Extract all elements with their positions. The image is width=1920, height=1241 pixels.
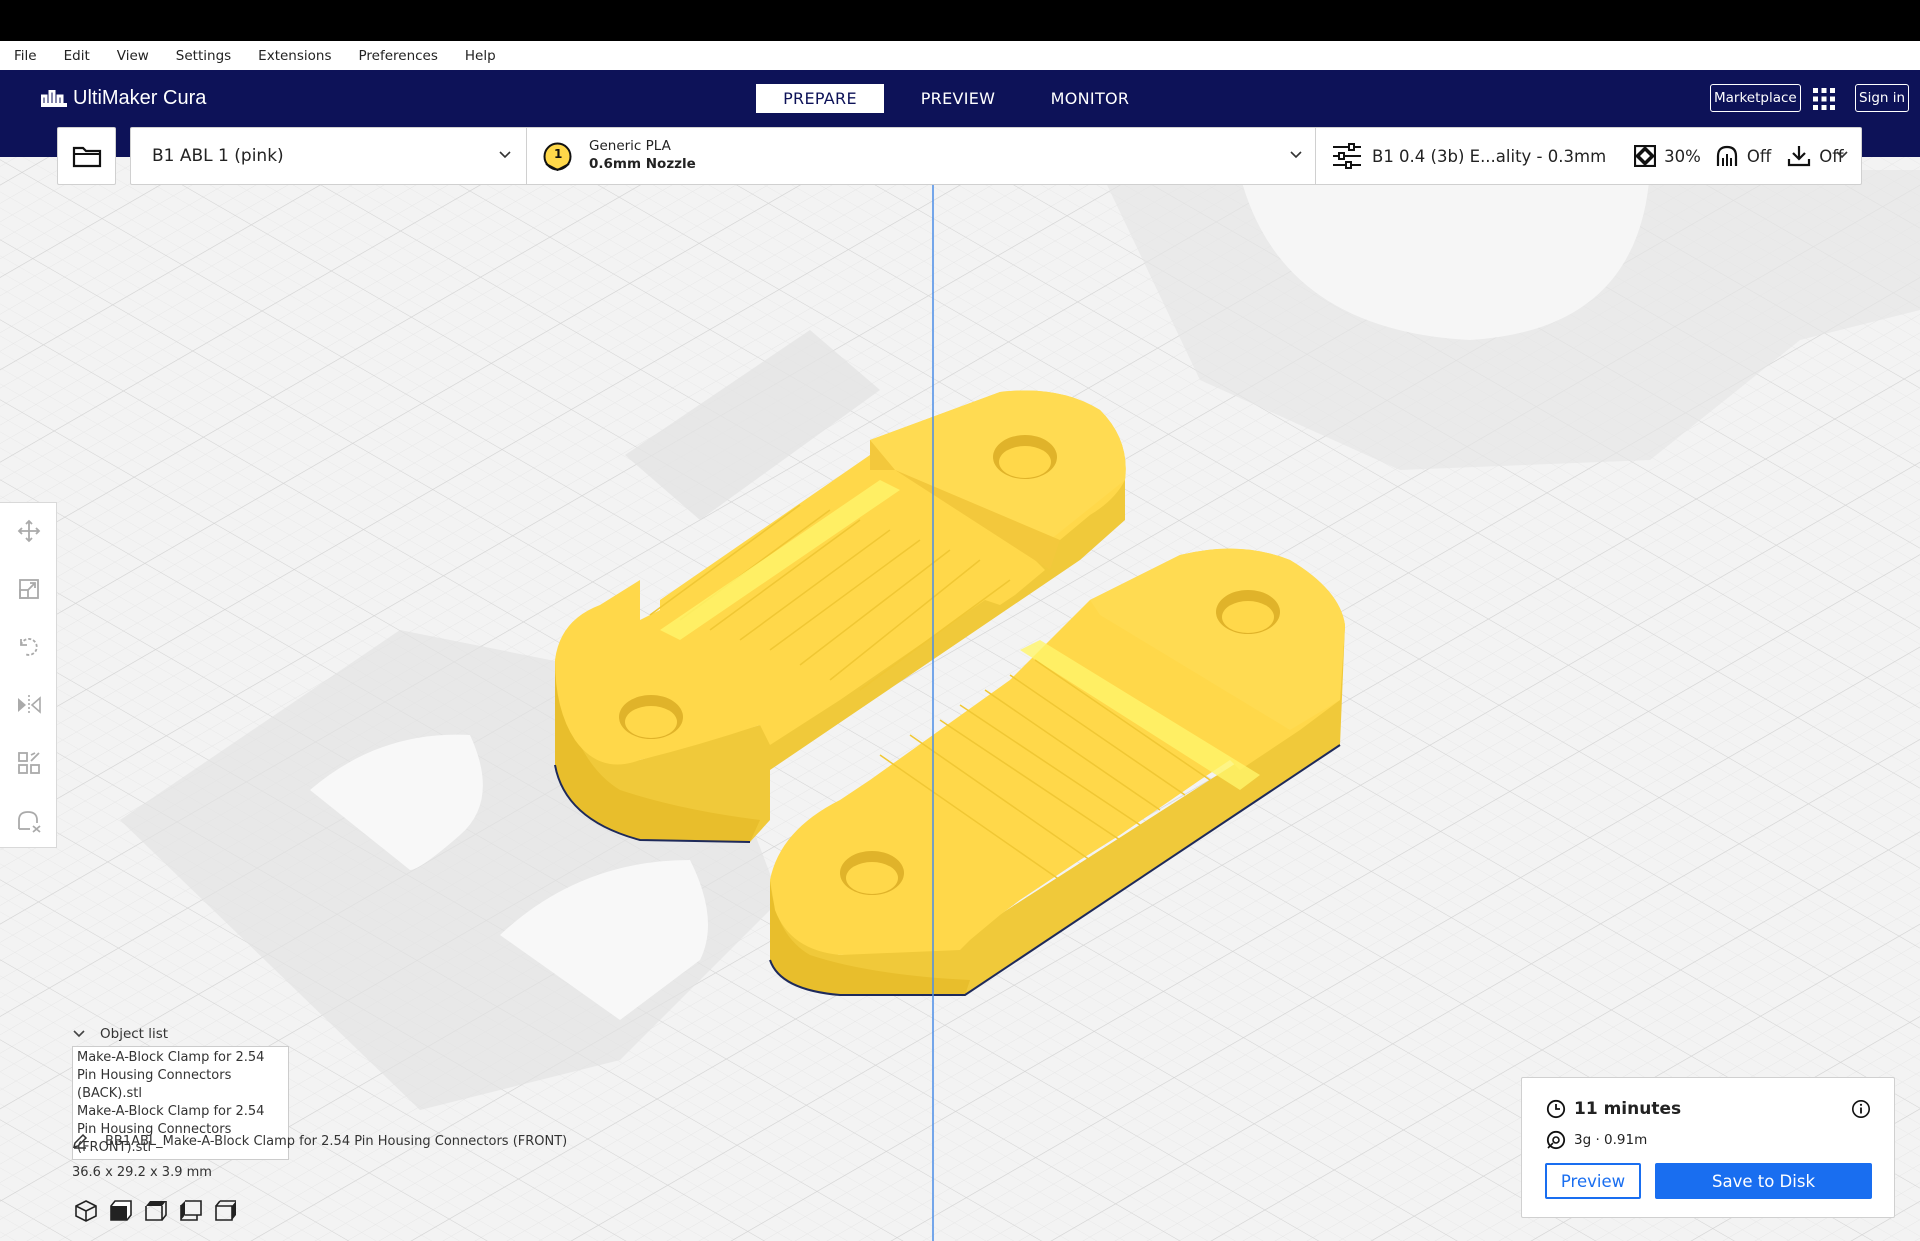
- per-model-settings-tool[interactable]: [15, 749, 43, 777]
- right-view-icon: [214, 1200, 236, 1221]
- print-time: 11 minutes: [1546, 1099, 1681, 1119]
- menu-settings[interactable]: Settings: [176, 48, 231, 64]
- support-value: Off: [1746, 146, 1772, 166]
- mirror-tool[interactable]: [15, 691, 43, 719]
- print-settings-selector[interactable]: B1 0.4 (3b) E...ality - 0.3mm 30% Off Of…: [1316, 128, 1861, 184]
- per-model-settings-icon: [18, 752, 40, 774]
- chevron-down-icon: [1290, 151, 1302, 159]
- object-list-title: Object list: [100, 1026, 169, 1042]
- object-list-toggle[interactable]: Object list: [72, 1026, 289, 1042]
- sign-in-button[interactable]: Sign in: [1855, 84, 1910, 112]
- front-view-button[interactable]: [108, 1198, 133, 1224]
- scale-tool[interactable]: [15, 575, 43, 603]
- left-view-icon: [179, 1200, 202, 1221]
- support-icon: [1716, 145, 1737, 166]
- material-usage: 3g · 0.91m: [1546, 1130, 1647, 1150]
- 3d-view-icon: [74, 1200, 97, 1222]
- tab-prepare[interactable]: PREPARE: [756, 84, 884, 113]
- selected-object-name[interactable]: BB1ABL_Make-A-Block Clamp for 2.54 Pin H…: [72, 1133, 567, 1149]
- tab-monitor[interactable]: MONITOR: [1030, 84, 1150, 113]
- preview-button[interactable]: Preview: [1545, 1163, 1641, 1199]
- tab-preview[interactable]: PREVIEW: [894, 84, 1022, 113]
- chevron-down-icon: [73, 1030, 85, 1038]
- adhesion-icon: [1788, 146, 1811, 167]
- top-view-icon: [144, 1201, 167, 1221]
- menu-edit[interactable]: Edit: [64, 48, 90, 64]
- info-icon[interactable]: [1851, 1099, 1871, 1119]
- mirror-icon: [18, 695, 41, 715]
- material-name: Generic PLA: [589, 138, 671, 154]
- material-selector[interactable]: 1 Generic PLA 0.6mm Nozzle: [527, 128, 1316, 184]
- spool-icon: [1546, 1130, 1566, 1150]
- support-blocker-icon: [18, 811, 41, 833]
- camera-view-buttons: [73, 1198, 248, 1224]
- extruder-number: 1: [554, 147, 563, 161]
- selected-object-label: BB1ABL_Make-A-Block Clamp for 2.54 Pin H…: [105, 1133, 568, 1149]
- menu-help[interactable]: Help: [465, 48, 496, 64]
- chevron-down-icon: [499, 151, 511, 159]
- printer-name: B1 ABL 1 (pink): [152, 146, 284, 166]
- clock-icon: [1546, 1099, 1566, 1119]
- chevron-down-icon: [1836, 151, 1848, 159]
- printer-selector[interactable]: B1 ABL 1 (pink): [131, 128, 527, 184]
- open-file-button[interactable]: [57, 127, 116, 185]
- save-to-disk-button[interactable]: Save to Disk: [1655, 1163, 1872, 1199]
- move-icon: [17, 519, 41, 543]
- infill-value: 30%: [1664, 146, 1701, 166]
- app-logo: UltiMaker Cura: [41, 87, 206, 110]
- stage-tabs: PREPARE PREVIEW MONITOR: [756, 84, 1150, 113]
- folder-icon: [72, 146, 101, 168]
- tool-panel: [0, 502, 57, 848]
- menu-extensions[interactable]: Extensions: [258, 48, 331, 64]
- support-blocker-tool[interactable]: [15, 807, 43, 835]
- printer-settings-bar: B1 ABL 1 (pink) 1 Generic PLA 0.6mm Nozz…: [130, 127, 1862, 185]
- edit-pencil-icon: [72, 1133, 88, 1149]
- print-time-value: 11 minutes: [1574, 1099, 1682, 1119]
- rotate-tool[interactable]: [15, 633, 43, 661]
- front-view-icon: [109, 1200, 132, 1221]
- material-usage-value: 3g · 0.91m: [1574, 1132, 1648, 1148]
- object-dimensions: 36.6 x 29.2 x 3.9 mm: [72, 1165, 212, 1180]
- list-item[interactable]: Make-A-Block Clamp for 2.54 Pin Housing …: [77, 1049, 284, 1103]
- marketplace-button[interactable]: Marketplace: [1710, 84, 1801, 112]
- scale-icon: [19, 579, 39, 599]
- infill-icon: [1634, 145, 1657, 167]
- sliders-icon: [1333, 143, 1361, 169]
- menu-file[interactable]: File: [14, 48, 37, 64]
- 3d-view-button[interactable]: [73, 1198, 98, 1224]
- top-view-button[interactable]: [143, 1198, 168, 1224]
- right-view-button[interactable]: [213, 1198, 238, 1224]
- menu-preferences[interactable]: Preferences: [358, 48, 437, 64]
- menu-bar: File Edit View Settings Extensions Prefe…: [0, 41, 1920, 70]
- rotate-icon: [20, 638, 38, 656]
- ultimaker-logo-icon: [41, 89, 67, 107]
- nozzle-name: 0.6mm Nozzle: [589, 156, 696, 172]
- apps-grid-icon[interactable]: [1813, 88, 1835, 110]
- menu-view[interactable]: View: [117, 48, 149, 64]
- screen-top-bar: [0, 0, 1920, 41]
- move-tool[interactable]: [15, 517, 43, 545]
- left-view-button[interactable]: [178, 1198, 203, 1224]
- print-action-panel: 11 minutes 3g · 0.91m Preview Save to Di…: [1521, 1077, 1895, 1218]
- app-name: UltiMaker Cura: [73, 87, 207, 109]
- profile-name: B1 0.4 (3b) E...ality - 0.3mm: [1372, 146, 1607, 166]
